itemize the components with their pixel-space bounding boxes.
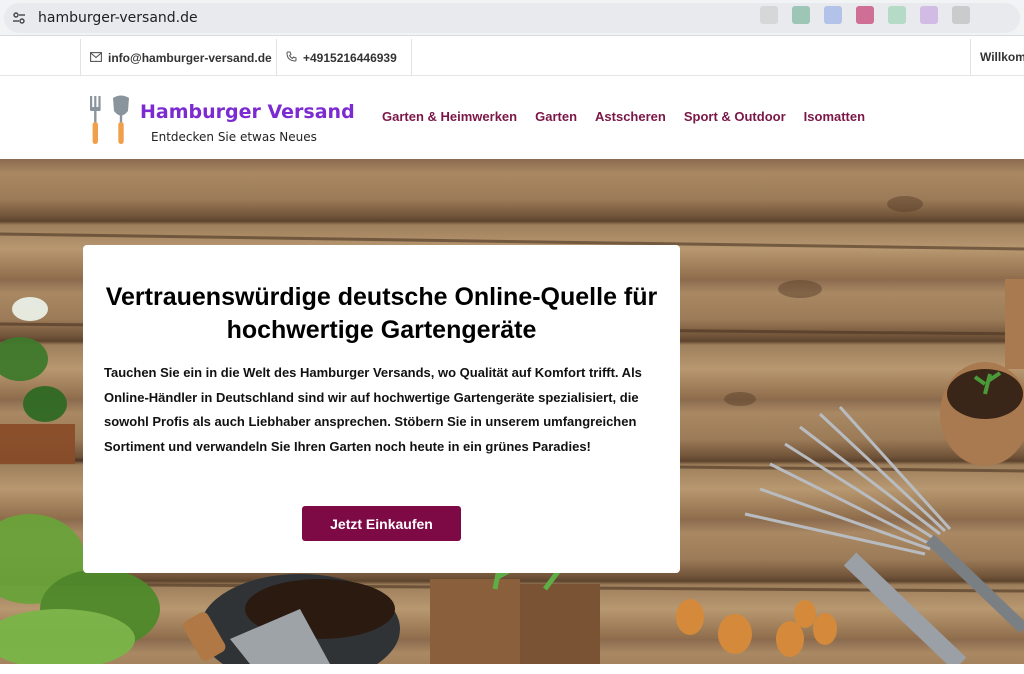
extension-icon[interactable] bbox=[824, 6, 842, 24]
extension-icon[interactable] bbox=[888, 6, 906, 24]
nav-item-isomatten[interactable]: Isomatten bbox=[804, 109, 865, 124]
contact-phone[interactable]: +4915216446939 bbox=[286, 39, 397, 76]
page-bottom bbox=[0, 664, 1024, 674]
brand-name[interactable]: Hamburger Versand bbox=[140, 101, 355, 123]
hero-card: Vertrauenswürdige deutsche Online-Quelle… bbox=[83, 245, 680, 573]
site-header: Hamburger Versand Entdecken Sie etwas Ne… bbox=[0, 76, 1024, 159]
hero-title: Vertrauenswürdige deutsche Online-Quelle… bbox=[105, 283, 658, 344]
welcome-text: Willkom bbox=[980, 50, 1024, 64]
hero-description: Tauchen Sie ein in die Welt des Hamburge… bbox=[104, 365, 642, 454]
divider bbox=[80, 39, 81, 76]
url-text[interactable]: hamburger-versand.de bbox=[38, 10, 198, 26]
browser-toolbar: hamburger-versand.de bbox=[0, 0, 1024, 36]
divider bbox=[276, 39, 277, 76]
contact-email[interactable]: info@hamburger-versand.de bbox=[90, 39, 272, 76]
email-text[interactable]: info@hamburger-versand.de bbox=[108, 51, 272, 65]
extension-icon[interactable] bbox=[760, 6, 778, 24]
extension-icon[interactable] bbox=[952, 6, 970, 24]
nav-item-garten[interactable]: Garten bbox=[535, 109, 577, 124]
main-navigation: Garten & Heimwerken Garten Astscheren Sp… bbox=[382, 109, 865, 124]
envelope-icon bbox=[90, 51, 102, 65]
contact-bar: info@hamburger-versand.de +4915216446939… bbox=[0, 39, 1024, 76]
extension-icon[interactable] bbox=[920, 6, 938, 24]
shop-now-button[interactable]: Jetzt Einkaufen bbox=[302, 506, 461, 541]
hero-banner: Vertrauenswürdige deutsche Online-Quelle… bbox=[0, 159, 1024, 664]
divider bbox=[970, 39, 971, 76]
garden-tools-icon[interactable] bbox=[86, 94, 132, 146]
phone-icon bbox=[286, 51, 297, 65]
tune-icon[interactable] bbox=[11, 10, 27, 26]
extension-icon[interactable] bbox=[792, 6, 810, 24]
phone-text[interactable]: +4915216446939 bbox=[303, 51, 397, 65]
extension-icons bbox=[760, 6, 970, 24]
nav-item-astscheren[interactable]: Astscheren bbox=[595, 109, 666, 124]
nav-item-sport-outdoor[interactable]: Sport & Outdoor bbox=[684, 109, 786, 124]
nav-item-garten-heimwerken[interactable]: Garten & Heimwerken bbox=[382, 109, 517, 124]
extension-icon[interactable] bbox=[856, 6, 874, 24]
divider bbox=[411, 39, 412, 76]
brand-tagline: Entdecken Sie etwas Neues bbox=[151, 130, 317, 144]
